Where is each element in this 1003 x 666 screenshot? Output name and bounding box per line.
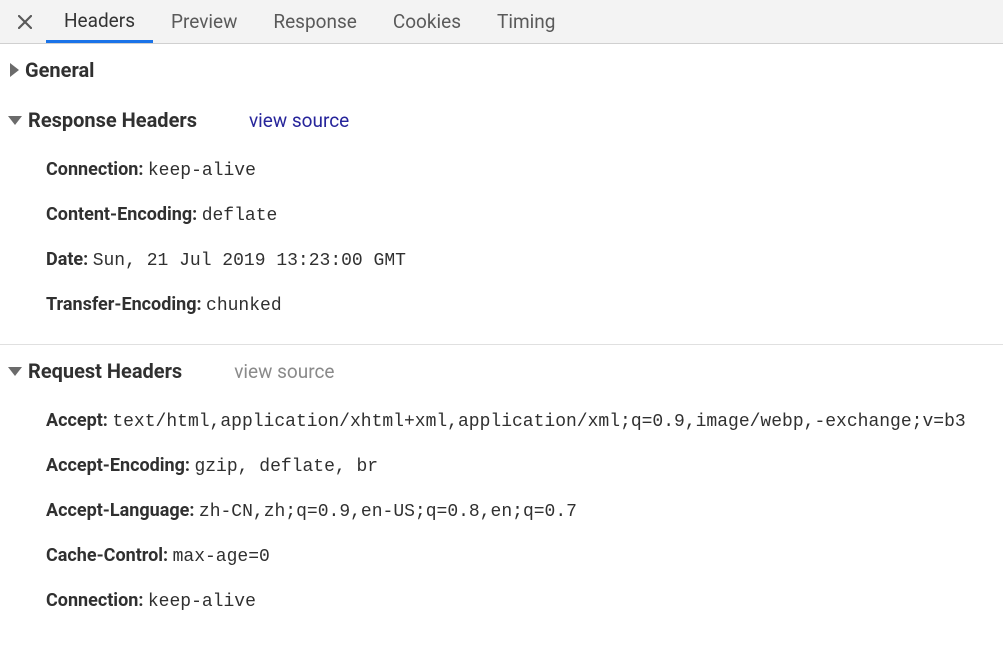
header-value: zh-CN,zh;q=0.9,en-US;q=0.8,en;q=0.7 bbox=[199, 502, 577, 522]
header-name: Connection: bbox=[46, 590, 143, 611]
request-headers-list: Accept: text/html,application/xhtml+xml,… bbox=[0, 395, 1003, 640]
header-name: Cache-Control: bbox=[46, 545, 168, 566]
header-value: chunked bbox=[206, 296, 282, 316]
header-value: deflate bbox=[202, 206, 278, 226]
section-response-title: Response Headers bbox=[28, 108, 197, 132]
header-value: Sun, 21 Jul 2019 13:23:00 GMT bbox=[93, 251, 406, 271]
header-row: Accept-Encoding: gzip, deflate, br bbox=[0, 444, 1003, 489]
tab-timing[interactable]: Timing bbox=[479, 0, 573, 43]
tab-response[interactable]: Response bbox=[255, 0, 374, 43]
section-general-title: General bbox=[25, 58, 94, 82]
section-general-header[interactable]: General bbox=[0, 44, 1003, 94]
header-row: Content-Encoding: deflate bbox=[0, 193, 1003, 238]
header-row: Connection: keep-alive bbox=[0, 148, 1003, 193]
tabs: Headers Preview Response Cookies Timing bbox=[46, 0, 573, 43]
disclosure-down-icon bbox=[8, 367, 22, 376]
header-value: keep-alive bbox=[148, 592, 256, 612]
headers-panel: General Response Headers view source Con… bbox=[0, 44, 1003, 640]
header-value: max-age=0 bbox=[173, 547, 270, 567]
header-row: Accept: text/html,application/xhtml+xml,… bbox=[0, 399, 1003, 444]
header-row: Connection: keep-alive bbox=[0, 579, 1003, 624]
header-value: text/html,application/xhtml+xml,applicat… bbox=[112, 412, 965, 432]
disclosure-down-icon bbox=[8, 116, 22, 125]
response-view-source-link[interactable]: view source bbox=[249, 109, 349, 132]
response-headers-list: Connection: keep-alive Content-Encoding:… bbox=[0, 144, 1003, 344]
header-name: Transfer-Encoding: bbox=[46, 294, 202, 315]
header-name: Connection: bbox=[46, 159, 143, 180]
section-request-title: Request Headers bbox=[28, 359, 182, 383]
header-row: Accept-Language: zh-CN,zh;q=0.9,en-US;q=… bbox=[0, 489, 1003, 534]
header-value: gzip, deflate, br bbox=[194, 457, 378, 477]
tabbar: Headers Preview Response Cookies Timing bbox=[0, 0, 1003, 44]
header-name: Content-Encoding: bbox=[46, 204, 197, 225]
section-request-header[interactable]: Request Headers view source bbox=[0, 344, 1003, 395]
header-row: Transfer-Encoding: chunked bbox=[0, 283, 1003, 328]
header-row: Cache-Control: max-age=0 bbox=[0, 534, 1003, 579]
request-view-source-link[interactable]: view source bbox=[234, 360, 334, 383]
tab-headers[interactable]: Headers bbox=[46, 0, 153, 43]
tab-preview[interactable]: Preview bbox=[153, 0, 255, 43]
header-name: Accept: bbox=[46, 410, 108, 431]
close-icon[interactable] bbox=[14, 11, 36, 33]
section-response-header[interactable]: Response Headers view source bbox=[0, 94, 1003, 144]
disclosure-right-icon bbox=[10, 63, 19, 77]
header-name: Date: bbox=[46, 249, 88, 270]
tab-cookies[interactable]: Cookies bbox=[375, 0, 479, 43]
header-name: Accept-Language: bbox=[46, 500, 194, 521]
header-row: Date: Sun, 21 Jul 2019 13:23:00 GMT bbox=[0, 238, 1003, 283]
header-name: Accept-Encoding: bbox=[46, 455, 190, 476]
header-value: keep-alive bbox=[148, 161, 256, 181]
